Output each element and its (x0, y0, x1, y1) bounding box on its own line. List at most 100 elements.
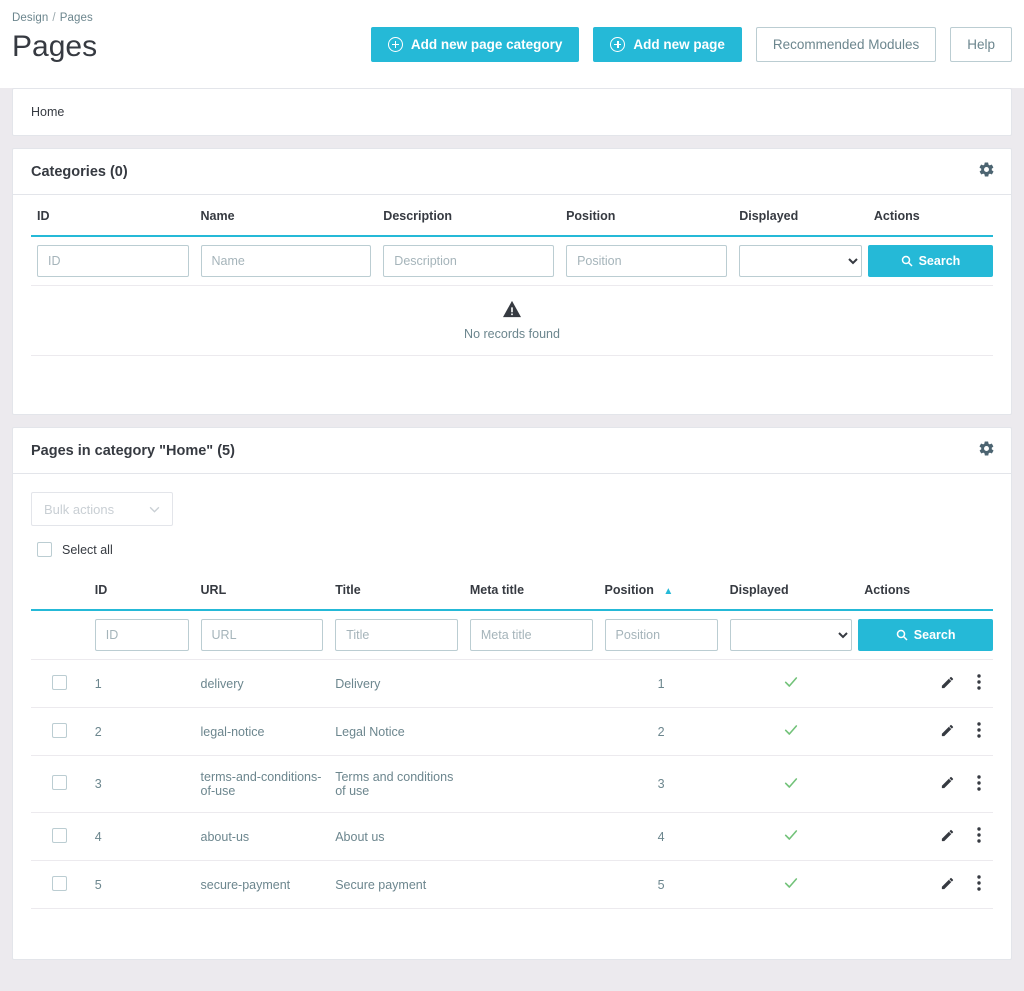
plus-circle-icon (387, 37, 403, 52)
row-checkbox[interactable] (52, 827, 68, 843)
category-breadcrumb[interactable]: Home (13, 89, 1011, 135)
kebab-menu-icon[interactable] (977, 827, 981, 846)
pages-filter-meta-title-input[interactable] (469, 619, 593, 651)
add-new-page-button[interactable]: Add new page (593, 27, 742, 62)
plus-circle-icon (610, 37, 626, 52)
pages-col-url[interactable]: URL (194, 569, 330, 611)
pencil-icon[interactable] (940, 775, 955, 793)
check-icon (783, 677, 799, 693)
gear-icon[interactable] (978, 440, 995, 457)
row-checkbox-cell (31, 860, 89, 909)
breadcrumb-parent[interactable]: Design (12, 12, 48, 24)
add-new-page-category-label: Add new page category (410, 37, 563, 52)
row-id: 1 (88, 659, 195, 708)
pages-col-actions: Actions (858, 569, 993, 611)
pencil-icon[interactable] (940, 828, 955, 846)
kebab-menu-icon[interactable] (977, 674, 981, 693)
pages-filter-id-input[interactable] (94, 619, 189, 651)
warning-triangle-icon (37, 300, 987, 321)
categories-col-name[interactable]: Name (194, 195, 378, 237)
pages-filter-position-input[interactable] (604, 619, 718, 651)
bulk-actions-label: Bulk actions (44, 501, 115, 517)
categories-panel-header: Categories (0) (13, 149, 1011, 195)
table-row[interactable]: 1 delivery Delivery 1 (31, 659, 993, 708)
pages-filter-url-input[interactable] (200, 619, 324, 651)
row-checkbox[interactable] (52, 722, 68, 738)
categories-table-container: ID Name Description Position Displayed A… (13, 195, 1011, 356)
row-url: delivery (194, 659, 330, 708)
row-checkbox[interactable] (52, 674, 68, 690)
row-checkbox[interactable] (52, 775, 68, 790)
kebab-menu-icon[interactable] (977, 722, 981, 741)
page-header: Design / Pages Pages Add new page category… (0, 0, 1024, 88)
pages-search-button[interactable]: Search (858, 619, 993, 651)
categories-filter-description-input[interactable] (383, 245, 555, 277)
row-displayed[interactable] (723, 860, 859, 909)
sort-ascending-icon[interactable]: ▲ (663, 586, 673, 597)
row-displayed[interactable] (723, 659, 859, 708)
categories-search-button[interactable]: Search (867, 245, 993, 277)
row-title: Legal Notice (329, 707, 464, 756)
row-actions (858, 860, 993, 909)
pages-col-displayed[interactable]: Displayed (723, 569, 859, 611)
categories-col-id[interactable]: ID (31, 195, 195, 237)
pages-table: ID URL Title Meta title Position ▲ Displ… (31, 569, 993, 909)
categories-filter-id-input[interactable] (37, 245, 189, 277)
search-icon (896, 629, 908, 641)
categories-filter-actions-cell: Search (867, 236, 993, 286)
pages-panel: Pages in category "Home" (5) Bulk action… (12, 427, 1012, 960)
check-icon (783, 830, 799, 846)
row-meta-title (463, 659, 599, 708)
pages-panel-footer-space (13, 909, 1011, 959)
categories-filter-displayed-select[interactable] (739, 245, 862, 277)
pages-filter-url-cell (194, 610, 330, 660)
kebab-menu-icon[interactable] (977, 774, 981, 794)
kebab-menu-icon[interactable] (977, 875, 981, 894)
breadcrumb: Design / Pages (12, 8, 1004, 24)
pencil-icon[interactable] (940, 876, 955, 894)
gear-icon[interactable] (978, 161, 995, 178)
categories-filter-name-input[interactable] (200, 245, 372, 277)
select-all-checkbox[interactable] (37, 542, 52, 557)
row-checkbox[interactable] (52, 875, 68, 891)
pages-col-title[interactable]: Title (329, 569, 464, 611)
pages-col-id[interactable]: ID (88, 569, 195, 611)
add-new-page-category-button[interactable]: Add new page category (370, 27, 580, 62)
table-row[interactable]: 4 about-us About us 4 (31, 812, 993, 861)
header-actions: Add new page category Add new page Recom… (370, 27, 1012, 62)
pages-col-position[interactable]: Position ▲ (598, 569, 724, 611)
row-actions (858, 812, 993, 861)
row-id: 3 (88, 755, 195, 813)
row-title: About us (329, 812, 464, 861)
row-displayed[interactable] (723, 707, 859, 756)
help-button[interactable]: Help (950, 27, 1012, 62)
pages-filter-title-input[interactable] (335, 619, 458, 651)
row-checkbox-cell (31, 659, 89, 708)
bulk-actions-dropdown[interactable]: Bulk actions (31, 492, 173, 526)
categories-filter-position-input[interactable] (566, 245, 728, 277)
row-displayed[interactable] (723, 755, 859, 813)
row-title: Secure payment (329, 860, 464, 909)
row-actions (858, 755, 993, 813)
table-row[interactable]: 3 terms-and-conditions-of-use Terms and co… (31, 755, 993, 813)
pencil-icon[interactable] (940, 675, 955, 693)
categories-col-displayed[interactable]: Displayed (733, 195, 868, 237)
pages-filter-displayed-select[interactable] (729, 619, 853, 651)
recommended-modules-button[interactable]: Recommended Modules (755, 27, 937, 62)
categories-col-description[interactable]: Description (377, 195, 561, 237)
bulk-actions-bar: Bulk actions (13, 474, 1011, 526)
categories-filter-id-cell (31, 236, 195, 286)
pencil-icon[interactable] (940, 723, 955, 741)
row-position: 2 (598, 707, 724, 756)
row-position: 3 (598, 755, 724, 813)
categories-col-position[interactable]: Position (560, 195, 734, 237)
table-row[interactable]: 2 legal-notice Legal Notice 2 (31, 707, 993, 756)
pages-col-meta-title[interactable]: Meta title (463, 569, 599, 611)
select-all-row: Select all (13, 526, 1011, 569)
row-url: legal-notice (194, 707, 330, 756)
categories-filter-row: Search (31, 236, 993, 286)
row-displayed[interactable] (723, 812, 859, 861)
table-row[interactable]: 5 secure-payment Secure payment 5 (31, 860, 993, 909)
categories-empty-message: No records found (464, 327, 560, 341)
check-icon (783, 777, 799, 794)
